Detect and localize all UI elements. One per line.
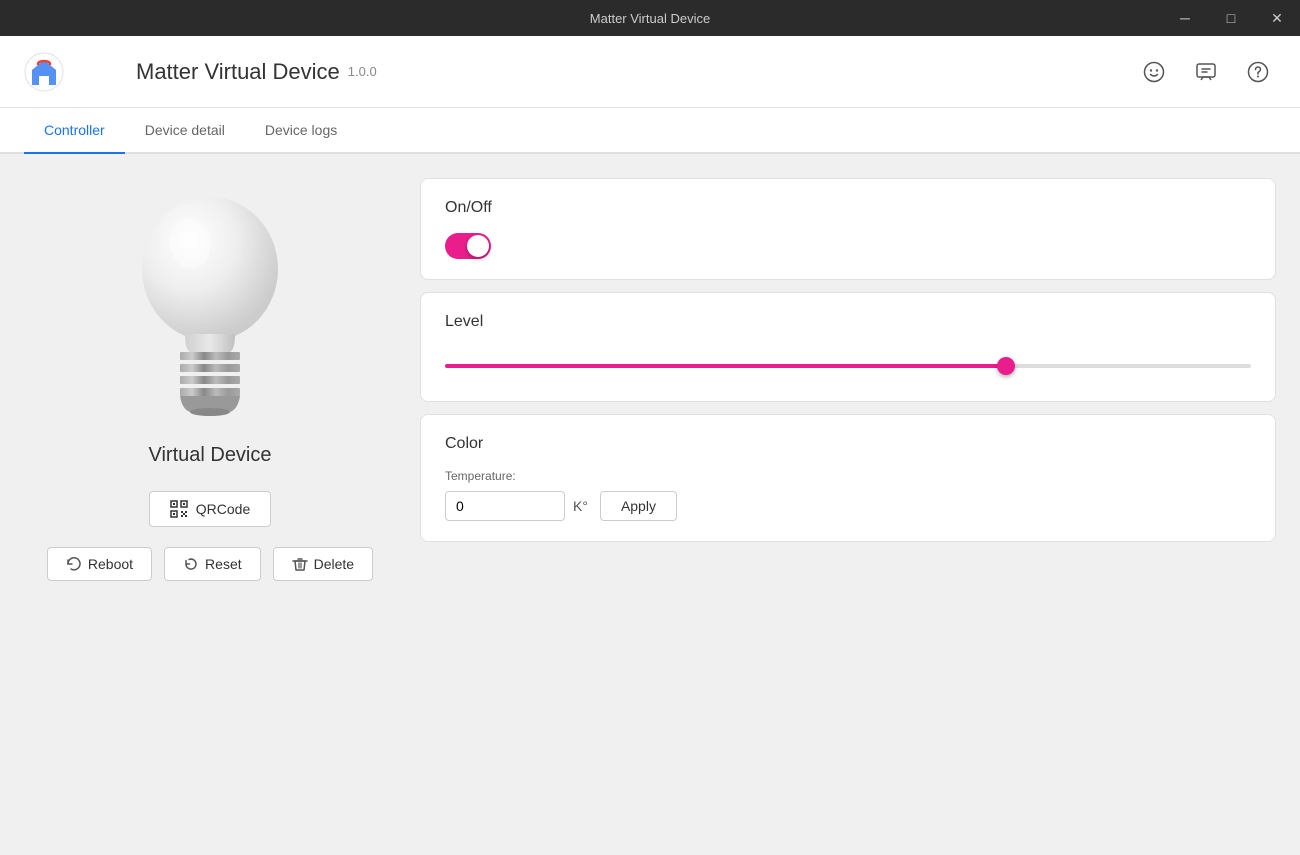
qrcode-label: QRCode — [196, 501, 250, 517]
device-illustration — [125, 194, 295, 424]
onoff-card: On/Off — [420, 178, 1276, 280]
delete-button[interactable]: Delete — [273, 547, 373, 581]
app-title: Matter Virtual Device — [136, 59, 340, 85]
level-slider[interactable] — [445, 364, 1251, 368]
titlebar-controls: ─ □ ✕ — [1162, 0, 1300, 36]
google-home-logo — [24, 52, 64, 92]
delete-label: Delete — [314, 556, 354, 572]
delete-icon — [292, 556, 308, 572]
content-area: Virtual Device QRCode — [0, 154, 1300, 855]
qrcode-button[interactable]: QRCode — [149, 491, 271, 527]
right-panel: On/Off Level Colo — [420, 154, 1300, 855]
tabs-bar: Controller Device detail Device logs — [0, 108, 1300, 154]
feedback-button[interactable] — [1188, 54, 1224, 90]
titlebar: Matter Virtual Device ─ □ ✕ — [0, 0, 1300, 36]
level-title: Level — [445, 313, 1251, 331]
temperature-unit: K° — [573, 498, 588, 514]
emoji-icon — [1143, 61, 1165, 83]
temperature-label: Temperature: — [445, 469, 1251, 483]
toggle-track — [445, 233, 491, 259]
bulb-svg — [125, 194, 295, 434]
action-buttons: Reboot Reset Delete — [47, 547, 373, 581]
device-name-label: Virtual Device — [148, 444, 271, 467]
reset-icon — [183, 556, 199, 572]
onoff-title: On/Off — [445, 199, 1251, 217]
onoff-toggle[interactable] — [445, 233, 491, 259]
close-button[interactable]: ✕ — [1254, 0, 1300, 36]
reset-button[interactable]: Reset — [164, 547, 261, 581]
titlebar-title: Matter Virtual Device — [590, 11, 710, 26]
left-panel: Virtual Device QRCode — [0, 154, 420, 855]
app-version: 1.0.0 — [348, 64, 377, 79]
feedback-icon — [1195, 61, 1217, 83]
qrcode-icon — [170, 500, 188, 518]
color-card: Color Temperature: K° Apply — [420, 414, 1276, 542]
reboot-icon — [66, 556, 82, 572]
header-icons — [1136, 54, 1276, 90]
color-title: Color — [445, 435, 1251, 453]
reboot-label: Reboot — [88, 556, 133, 572]
tab-device-logs[interactable]: Device logs — [245, 108, 357, 152]
header: Matter Virtual Device 1.0.0 — [0, 36, 1300, 108]
temperature-row: K° Apply — [445, 491, 1251, 521]
help-button[interactable] — [1240, 54, 1276, 90]
emoji-feedback-button[interactable] — [1136, 54, 1172, 90]
reboot-button[interactable]: Reboot — [47, 547, 152, 581]
minimize-button[interactable]: ─ — [1162, 0, 1208, 36]
level-slider-container — [445, 347, 1251, 381]
temperature-input[interactable] — [445, 491, 565, 521]
level-card: Level — [420, 292, 1276, 402]
reset-label: Reset — [205, 556, 242, 572]
tab-device-detail[interactable]: Device detail — [125, 108, 245, 152]
maximize-button[interactable]: □ — [1208, 0, 1254, 36]
toggle-thumb — [467, 235, 489, 257]
tab-controller[interactable]: Controller — [24, 108, 125, 152]
app-window: Matter Virtual Device 1.0.0 — [0, 36, 1300, 855]
onoff-toggle-container — [445, 233, 1251, 259]
apply-button[interactable]: Apply — [600, 491, 677, 521]
help-icon — [1247, 61, 1269, 83]
